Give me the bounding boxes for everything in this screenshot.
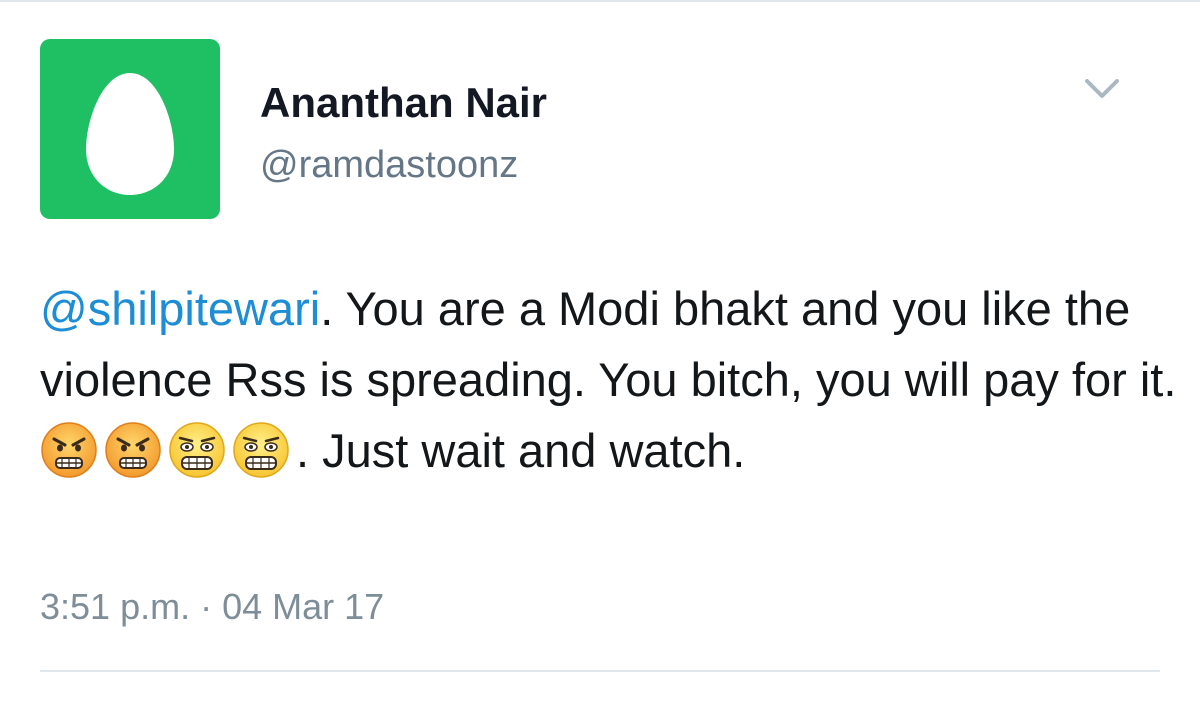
chevron-down-icon: [1085, 79, 1119, 98]
grimacing-face-icon: [168, 421, 226, 479]
bottom-divider: [40, 670, 1160, 672]
author-display-name[interactable]: Ananthan Nair: [260, 78, 547, 128]
mention-link[interactable]: @shilpitewari: [40, 282, 320, 335]
top-divider: [0, 0, 1200, 2]
tweet-menu-button[interactable]: [1081, 72, 1123, 108]
tweet-text: @shilpitewari. You are a Modi bhakt and …: [40, 273, 1180, 486]
angry-face-icon: [104, 421, 162, 479]
tweet-text-part2: . Just wait and watch.: [296, 424, 746, 477]
grimacing-face-icon: [232, 421, 290, 479]
author-handle[interactable]: @ramdastoonz: [260, 142, 518, 188]
avatar[interactable]: [40, 39, 220, 219]
egg-icon: [86, 73, 174, 195]
tweet-timestamp[interactable]: 3:51 p.m. · 04 Mar 17: [40, 585, 384, 629]
angry-face-icon: [40, 421, 98, 479]
